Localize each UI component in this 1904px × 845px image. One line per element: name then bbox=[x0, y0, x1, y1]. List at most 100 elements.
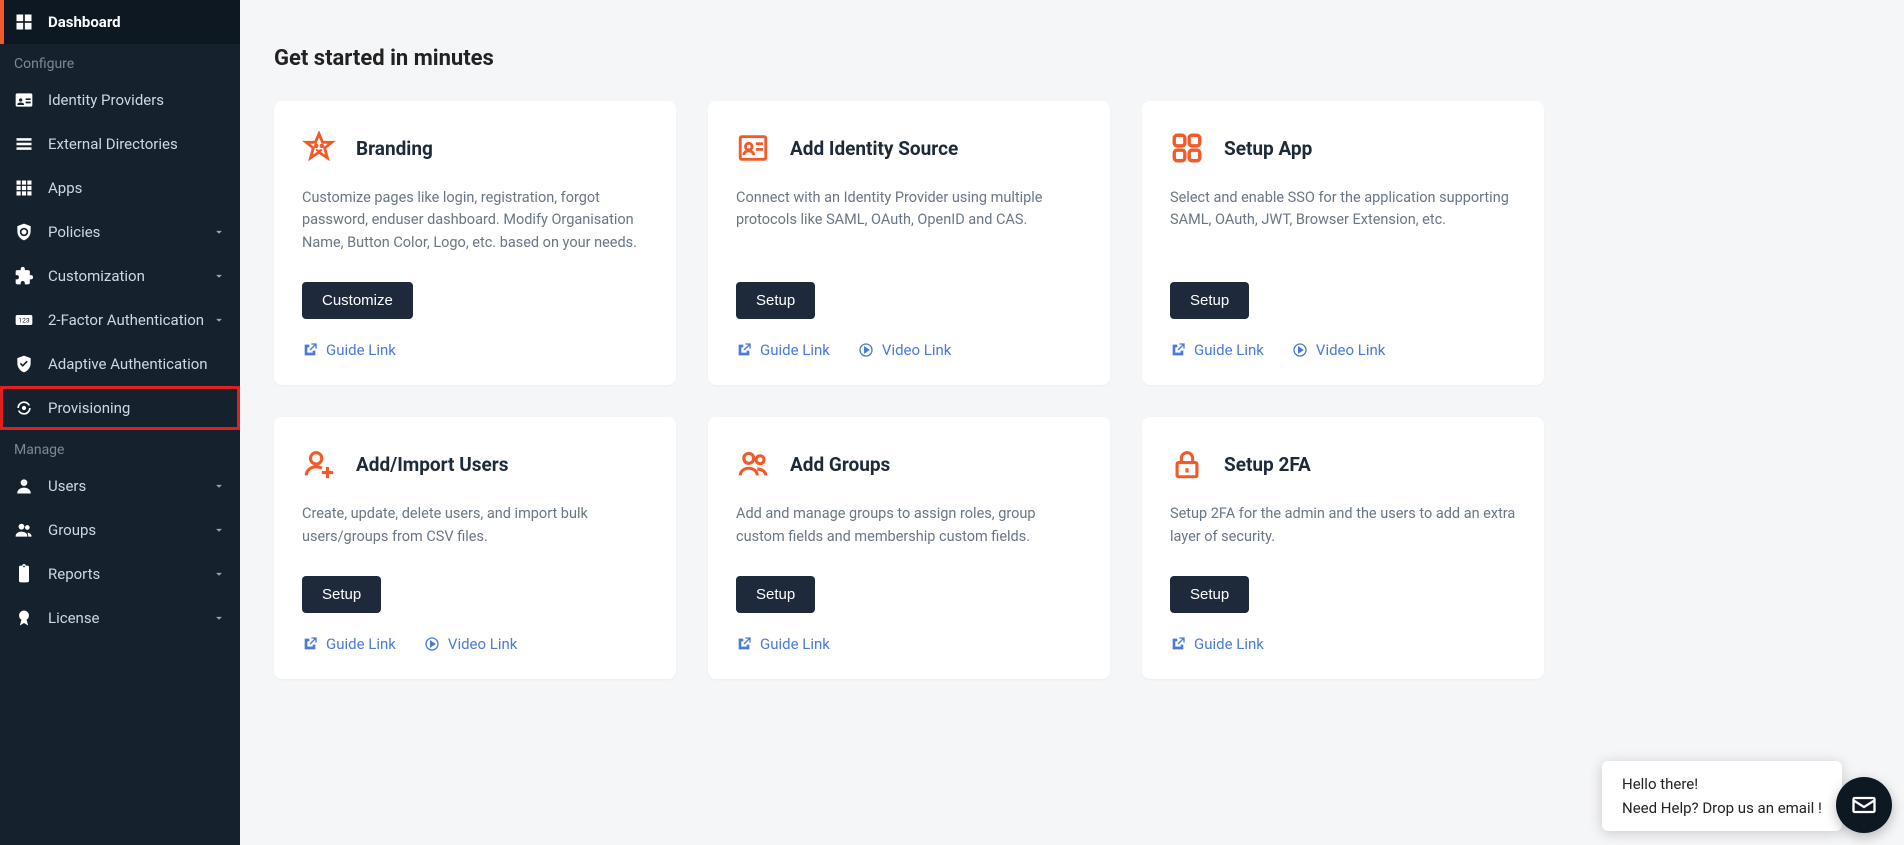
chevron-down-icon bbox=[212, 225, 226, 239]
sidebar-item-policies[interactable]: Policies bbox=[0, 210, 240, 254]
sidebar-section-manage: Manage bbox=[0, 430, 240, 464]
sidebar-item-label: Provisioning bbox=[48, 399, 130, 417]
sidebar-item-label: Dashboard bbox=[48, 13, 121, 31]
chevron-down-icon bbox=[212, 479, 226, 493]
guide-link[interactable]: Guide Link bbox=[1170, 635, 1264, 653]
card-identity-source: Add Identity Source Connect with an Iden… bbox=[708, 101, 1110, 385]
chat-help-text: Need Help? Drop us an email ! bbox=[1622, 799, 1822, 817]
clipboard-icon bbox=[14, 564, 34, 584]
card-setup-app: Setup App Select and enable SSO for the … bbox=[1142, 101, 1544, 385]
external-link-icon bbox=[1170, 342, 1186, 358]
video-link[interactable]: Video Link bbox=[1292, 341, 1386, 359]
sidebar-item-label: Identity Providers bbox=[48, 91, 164, 109]
card-title: Setup 2FA bbox=[1224, 453, 1311, 476]
card-desc: Customize pages like login, registration… bbox=[302, 187, 648, 254]
external-link-icon bbox=[302, 342, 318, 358]
setup-button[interactable]: Setup bbox=[302, 576, 381, 613]
badge-icon bbox=[14, 608, 34, 628]
dashboard-icon bbox=[14, 12, 34, 32]
sidebar-item-label: Groups bbox=[48, 521, 96, 539]
play-circle-icon bbox=[858, 342, 874, 358]
apps-icon bbox=[1170, 131, 1204, 165]
sidebar-item-groups[interactable]: Groups bbox=[0, 508, 240, 552]
guide-link[interactable]: Guide Link bbox=[302, 635, 396, 653]
id-card-icon bbox=[14, 90, 34, 110]
pin-icon: 123 bbox=[14, 310, 34, 330]
group-icon bbox=[14, 520, 34, 540]
sidebar-item-reports[interactable]: Reports bbox=[0, 552, 240, 596]
lock-icon bbox=[1170, 447, 1204, 481]
sidebar: Dashboard Configure Identity Providers E… bbox=[0, 0, 240, 845]
play-circle-icon bbox=[1292, 342, 1308, 358]
guide-link[interactable]: Guide Link bbox=[736, 635, 830, 653]
card-desc: Connect with an Identity Provider using … bbox=[736, 187, 1082, 254]
user-icon bbox=[14, 476, 34, 496]
card-desc: Create, update, delete users, and import… bbox=[302, 503, 648, 548]
sidebar-item-identity-providers[interactable]: Identity Providers bbox=[0, 78, 240, 122]
chevron-down-icon bbox=[212, 567, 226, 581]
card-branding: Branding Customize pages like login, reg… bbox=[274, 101, 676, 385]
card-desc: Add and manage groups to assign roles, g… bbox=[736, 503, 1082, 548]
sidebar-item-apps[interactable]: Apps bbox=[0, 166, 240, 210]
sidebar-item-dashboard[interactable]: Dashboard bbox=[0, 0, 240, 44]
card-title: Add Groups bbox=[790, 453, 890, 476]
play-circle-icon bbox=[424, 636, 440, 652]
chat-button[interactable] bbox=[1836, 777, 1892, 833]
shield-gear-icon bbox=[14, 222, 34, 242]
card-import-users: Add/Import Users Create, update, delete … bbox=[274, 417, 676, 679]
main-content: Get started in minutes Branding Customiz… bbox=[240, 0, 1904, 845]
card-setup-2fa: Setup 2FA Setup 2FA for the admin and th… bbox=[1142, 417, 1544, 679]
card-desc: Select and enable SSO for the applicatio… bbox=[1170, 187, 1516, 254]
id-badge-icon bbox=[736, 131, 770, 165]
puzzle-icon bbox=[14, 266, 34, 286]
external-link-icon bbox=[302, 636, 318, 652]
user-plus-icon bbox=[302, 447, 336, 481]
card-title: Branding bbox=[356, 137, 433, 160]
mail-icon bbox=[1850, 791, 1878, 819]
chat-popup: Hello there! Need Help? Drop us an email… bbox=[1602, 761, 1842, 831]
sidebar-section-configure: Configure bbox=[0, 44, 240, 78]
cards-grid: Branding Customize pages like login, reg… bbox=[274, 101, 1544, 679]
guide-link[interactable]: Guide Link bbox=[736, 341, 830, 359]
customize-button[interactable]: Customize bbox=[302, 282, 413, 319]
sidebar-item-label: External Directories bbox=[48, 135, 178, 153]
card-title: Add Identity Source bbox=[790, 137, 958, 160]
card-title: Setup App bbox=[1224, 137, 1312, 160]
apps-grid-icon bbox=[14, 178, 34, 198]
sidebar-item-customization[interactable]: Customization bbox=[0, 254, 240, 298]
video-link[interactable]: Video Link bbox=[858, 341, 952, 359]
sidebar-item-users[interactable]: Users bbox=[0, 464, 240, 508]
card-title: Add/Import Users bbox=[356, 453, 508, 476]
sidebar-item-adaptive-auth[interactable]: Adaptive Authentication bbox=[0, 342, 240, 386]
video-link[interactable]: Video Link bbox=[424, 635, 518, 653]
guide-link[interactable]: Guide Link bbox=[1170, 341, 1264, 359]
chevron-down-icon bbox=[212, 523, 226, 537]
sidebar-item-label: License bbox=[48, 609, 100, 627]
chat-greeting: Hello there! bbox=[1622, 775, 1822, 793]
chevron-down-icon bbox=[212, 313, 226, 327]
sidebar-item-label: Adaptive Authentication bbox=[48, 355, 208, 373]
setup-button[interactable]: Setup bbox=[1170, 282, 1249, 319]
page-title: Get started in minutes bbox=[274, 46, 1870, 71]
sidebar-item-label: 2-Factor Authentication bbox=[48, 311, 204, 329]
shield-check-icon bbox=[14, 354, 34, 374]
sidebar-item-label: Apps bbox=[48, 179, 82, 197]
card-add-groups: Add Groups Add and manage groups to assi… bbox=[708, 417, 1110, 679]
sidebar-item-label: Policies bbox=[48, 223, 100, 241]
setup-button[interactable]: Setup bbox=[736, 282, 815, 319]
setup-button[interactable]: Setup bbox=[1170, 576, 1249, 613]
sidebar-item-provisioning[interactable]: Provisioning bbox=[0, 386, 240, 430]
sidebar-item-license[interactable]: License bbox=[0, 596, 240, 640]
users-icon bbox=[736, 447, 770, 481]
guide-link[interactable]: Guide Link bbox=[302, 341, 396, 359]
sync-users-icon bbox=[14, 398, 34, 418]
chevron-down-icon bbox=[212, 611, 226, 625]
sidebar-item-2fa[interactable]: 123 2-Factor Authentication bbox=[0, 298, 240, 342]
sidebar-item-external-directories[interactable]: External Directories bbox=[0, 122, 240, 166]
external-link-icon bbox=[736, 636, 752, 652]
list-icon bbox=[14, 134, 34, 154]
sidebar-item-label: Reports bbox=[48, 565, 100, 583]
setup-button[interactable]: Setup bbox=[736, 576, 815, 613]
card-desc: Setup 2FA for the admin and the users to… bbox=[1170, 503, 1516, 548]
svg-text:123: 123 bbox=[18, 317, 29, 325]
